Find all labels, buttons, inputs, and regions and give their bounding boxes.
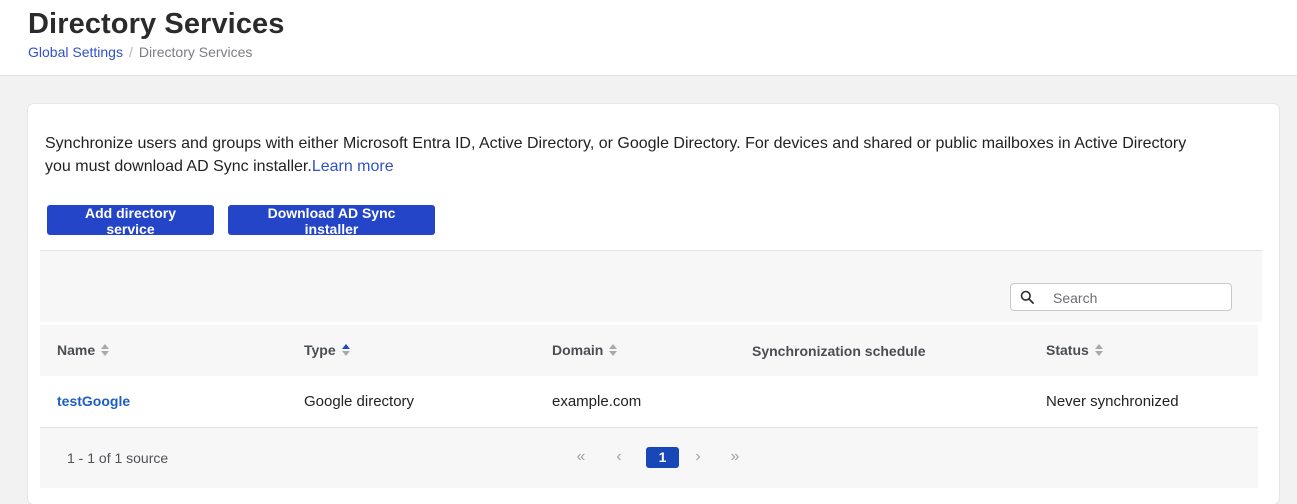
- learn-more-link[interactable]: Learn more: [312, 158, 394, 175]
- sort-ascending-icon: [341, 343, 350, 357]
- page-title: Directory Services: [28, 8, 285, 40]
- table-footer: 1 - 1 of 1 source « ‹ 1 › »: [40, 428, 1258, 488]
- column-label-type: Type: [304, 342, 336, 358]
- sort-icon: [609, 343, 618, 357]
- column-label-schedule: Synchronization schedule: [752, 343, 926, 359]
- first-page-button[interactable]: «: [570, 447, 592, 469]
- previous-page-button[interactable]: ‹: [608, 447, 630, 469]
- cell-type: Google directory: [304, 393, 415, 410]
- column-label-domain: Domain: [552, 342, 604, 358]
- table-toolbar: [40, 250, 1262, 322]
- column-header-status[interactable]: Status: [1046, 342, 1103, 358]
- description-text: Synchronize users and groups with either…: [45, 132, 1205, 178]
- sort-icon: [101, 343, 110, 357]
- column-label-status: Status: [1046, 342, 1089, 358]
- download-ad-sync-button[interactable]: Download AD Sync installer: [228, 205, 435, 237]
- description-body: Synchronize users and groups with either…: [45, 135, 1187, 175]
- search-input[interactable]: [1051, 287, 1225, 309]
- cell-name: testGoogle: [57, 393, 130, 410]
- column-header-type[interactable]: Type: [304, 342, 350, 358]
- pagination-range: 1 - 1 of 1 source: [67, 450, 169, 466]
- current-page-button[interactable]: 1: [646, 447, 679, 468]
- directory-name-link[interactable]: testGoogle: [57, 393, 130, 409]
- cell-domain: example.com: [552, 393, 642, 410]
- cell-status: Never synchronized: [1046, 393, 1179, 410]
- breadcrumb-separator: /: [128, 44, 133, 60]
- table-row: testGoogle Google directory example.com …: [40, 376, 1258, 428]
- column-label-name: Name: [57, 342, 96, 358]
- last-page-button[interactable]: »: [724, 447, 746, 469]
- column-header-domain[interactable]: Domain: [552, 342, 618, 358]
- table-header: Name Type Domain Synchronization schedul…: [40, 325, 1258, 377]
- search-box[interactable]: [1010, 283, 1232, 311]
- directory-services-card: Synchronize users and groups with either…: [28, 104, 1279, 504]
- column-header-name[interactable]: Name: [57, 342, 110, 358]
- sort-icon: [1094, 343, 1103, 357]
- breadcrumb-current: Directory Services: [138, 44, 253, 60]
- page-header: Directory Services Global Settings / Direc…: [0, 0, 1297, 76]
- next-page-button[interactable]: ›: [687, 447, 709, 469]
- breadcrumb: Global Settings / Directory Services: [28, 44, 252, 60]
- search-icon: [1020, 290, 1034, 304]
- column-header-schedule: Synchronization schedule: [752, 343, 925, 359]
- add-directory-service-button[interactable]: Add directory service: [47, 205, 214, 237]
- breadcrumb-global-settings[interactable]: Global Settings: [28, 44, 123, 60]
